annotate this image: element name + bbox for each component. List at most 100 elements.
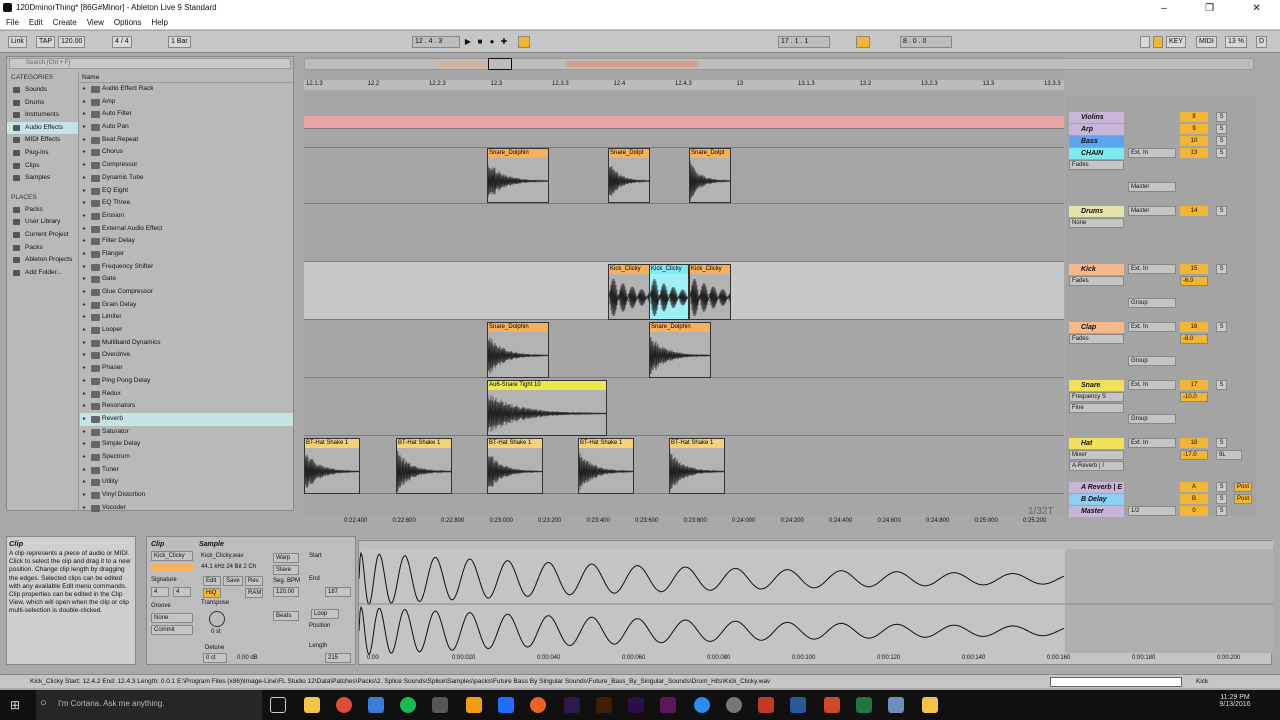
audio-clip[interactable]: BT-Hat Shake 1 [396, 438, 452, 494]
arrangement-track-lane[interactable] [304, 204, 1064, 262]
tempo-field[interactable]: 120.00 [58, 36, 85, 48]
ableton-taskbar-icon[interactable] [498, 697, 514, 713]
browser-item[interactable]: ▸ Glue Compressor [80, 286, 293, 299]
browser-search-input[interactable]: Search (Ctrl + F) [9, 58, 291, 69]
track-activator[interactable]: 13 [1180, 148, 1208, 158]
browser-item[interactable]: ▸ Grain Delay [80, 299, 293, 312]
sample-waveform-display[interactable]: 0:00 0:00:020 0:00:040 0:00:060 0:00:080 0:00… [358, 540, 1272, 665]
detune-field[interactable]: 0 ct [203, 653, 227, 663]
expand-arrow-icon[interactable]: ▸ [83, 375, 86, 388]
expand-arrow-icon[interactable]: ▸ [83, 261, 86, 274]
expand-arrow-icon[interactable]: ▸ [83, 235, 86, 248]
browser-item[interactable]: ▸ Utility [80, 476, 293, 489]
maximize-button[interactable]: ❐ [1205, 3, 1214, 14]
add-icon[interactable]: ✚ [498, 36, 510, 48]
folder-taskbar-icon[interactable] [922, 697, 938, 713]
expand-arrow-icon[interactable]: ▸ [83, 324, 86, 337]
browser-item[interactable]: ▸ EQ Eight [80, 185, 293, 198]
commit-button[interactable]: Commit [151, 625, 193, 635]
track-name[interactable]: Kick [1069, 264, 1124, 275]
expand-arrow-icon[interactable]: ▸ [83, 476, 86, 489]
expand-arrow-icon[interactable]: ▸ [83, 362, 86, 375]
track-name[interactable]: B Delay [1069, 494, 1124, 505]
arrangement-track-lane[interactable] [304, 378, 1064, 436]
expand-arrow-icon[interactable]: ▸ [83, 185, 86, 198]
menu-edit[interactable]: Edit [29, 18, 43, 27]
video-app-icon[interactable] [758, 697, 774, 713]
place-ableton-projects[interactable]: Ableton Projects [7, 254, 78, 267]
app-icon[interactable] [368, 697, 384, 713]
game-icon[interactable] [432, 697, 448, 713]
clip-name-field[interactable]: Kick_Clicky [151, 551, 193, 561]
browser-item[interactable]: ▸ Flanger [80, 248, 293, 261]
edit-button[interactable]: Edit [203, 576, 221, 586]
after-effects-icon[interactable] [628, 697, 644, 713]
audio-clip[interactable]: Snare_Dolpt [689, 148, 731, 203]
expand-arrow-icon[interactable]: ▸ [83, 489, 86, 502]
signature-numerator[interactable]: 4 [151, 587, 169, 597]
track-name[interactable]: Drums [1069, 206, 1124, 217]
device-chooser-2[interactable]: A-Reverb | I [1069, 461, 1124, 471]
track-name[interactable]: Violins [1069, 112, 1124, 123]
close-button[interactable]: ✕ [1252, 3, 1260, 14]
track-activator[interactable]: 16 [1180, 322, 1208, 332]
fl-studio-icon[interactable] [466, 697, 482, 713]
browser-item[interactable]: ▸ Ping Pong Delay [80, 375, 293, 388]
input-type-select[interactable]: Ext. In [1128, 380, 1176, 390]
browser-item[interactable]: ▸ Auto Filter [80, 108, 293, 121]
browser-item[interactable]: ▸ Looper [80, 324, 293, 337]
sample-waveform[interactable] [359, 541, 1273, 666]
arrangement-track-lane[interactable] [304, 148, 1064, 204]
overview-strip[interactable] [304, 58, 1254, 70]
place-packs[interactable]: Packs [7, 204, 78, 217]
link-button[interactable]: Link [8, 36, 27, 48]
expand-arrow-icon[interactable]: ▸ [83, 438, 86, 451]
expand-arrow-icon[interactable]: ▸ [83, 223, 86, 236]
track-activator[interactable]: 10 [1180, 136, 1208, 146]
tap-button[interactable]: TAP [36, 36, 55, 48]
solo-button[interactable]: S [1216, 124, 1227, 134]
browser-item[interactable]: ▸ Beat Repeat [80, 134, 293, 147]
minimize-button[interactable]: – [1161, 3, 1167, 14]
hiq-button[interactable]: HiQ [203, 588, 221, 598]
slave-button[interactable]: Slave [273, 565, 299, 575]
audio-clip[interactable]: Kick_Clicky [689, 264, 731, 320]
solo-button[interactable]: S [1216, 482, 1227, 492]
track-name[interactable]: Bass [1069, 136, 1124, 147]
volume-field[interactable]: -17.0 [1180, 450, 1208, 460]
chrome-icon[interactable] [336, 697, 352, 713]
key-button[interactable]: KEY [1166, 36, 1186, 48]
expand-arrow-icon[interactable]: ▸ [83, 273, 86, 286]
place-packs-2[interactable]: Packs [7, 242, 78, 255]
steam-icon[interactable] [694, 697, 710, 713]
play-icon[interactable]: ▶ [462, 36, 474, 48]
pencil-icon[interactable] [1140, 36, 1150, 48]
track-activator[interactable]: 17 [1180, 380, 1208, 390]
seg-bpm-field[interactable]: 120.00 [273, 587, 299, 597]
track-name[interactable]: CHAIN [1069, 148, 1124, 159]
expand-arrow-icon[interactable]: ▸ [83, 286, 86, 299]
arrangement-track-lane[interactable] [304, 130, 1064, 148]
expand-arrow-icon[interactable]: ▸ [83, 400, 86, 413]
stop-icon[interactable]: ■ [474, 36, 486, 48]
expand-arrow-icon[interactable]: ▸ [83, 311, 86, 324]
solo-button[interactable]: S [1216, 112, 1227, 122]
browser-item[interactable]: ▸ Redux [80, 388, 293, 401]
loop-length-field[interactable]: 8 . 0 . 0 [900, 36, 952, 48]
audio-clip[interactable]: BT-Hat Shake 1 [304, 438, 360, 494]
menu-view[interactable]: View [87, 18, 104, 27]
powerpoint-icon[interactable] [824, 697, 840, 713]
browser-item[interactable]: ▸ Amp [80, 96, 293, 109]
midi-button[interactable]: MIDI [1196, 36, 1217, 48]
audio-clip[interactable]: Au6-Snare Tight 10 [487, 380, 607, 436]
transpose-knob[interactable] [209, 611, 225, 627]
track-name[interactable]: Clap [1069, 322, 1124, 333]
taskbar-clock[interactable]: 11:29 PM 9/13/2016 [1210, 694, 1260, 708]
category-plugins[interactable]: Plug-ins [7, 147, 78, 160]
category-midi-effects[interactable]: MIDI Effects [7, 134, 78, 147]
track-activator[interactable]: 18 [1180, 438, 1208, 448]
solo-button[interactable]: S [1216, 494, 1227, 504]
input-type-select[interactable]: Ext. In [1128, 148, 1176, 158]
track-name[interactable]: Arp [1069, 124, 1124, 135]
solo-button[interactable]: S [1216, 380, 1227, 390]
